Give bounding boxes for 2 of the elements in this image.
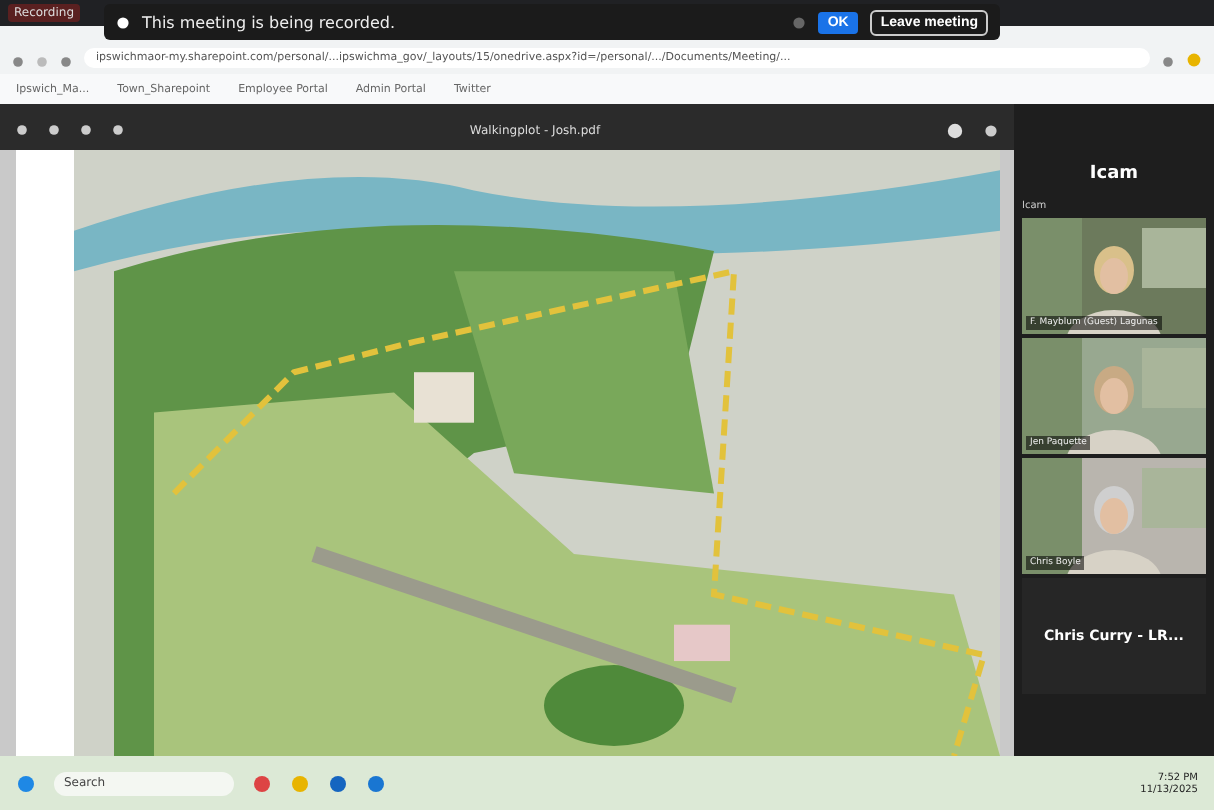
recording-message: This meeting is being recorded. <box>142 13 398 31</box>
meeting-title: Icam <box>1087 162 1141 188</box>
